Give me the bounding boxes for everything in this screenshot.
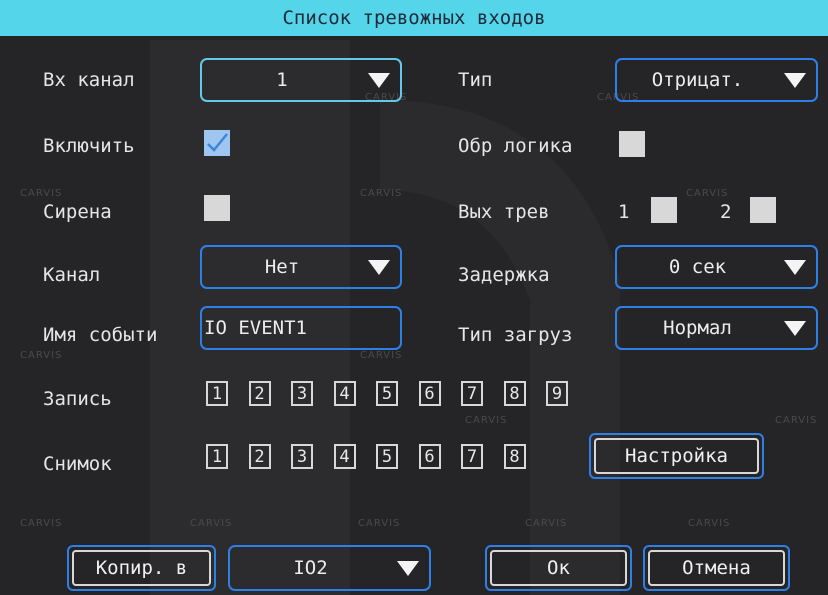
upload-type-value: Нормал (663, 317, 732, 339)
watermark-text: CARVIS (686, 188, 729, 199)
watermark-text: CARVIS (20, 188, 63, 199)
enable-checkbox[interactable] (204, 130, 230, 156)
reverse-logic-label: Обр логика (458, 135, 573, 157)
watermark-text: CARVIS (775, 415, 818, 426)
event-name-input[interactable]: IO EVENT1 (200, 306, 402, 350)
alarm-out-1-checkbox[interactable] (651, 197, 677, 223)
chevron-down-icon (784, 72, 806, 88)
copy-to-button-label: Копир. в (72, 550, 211, 586)
snapshot-channel-checkbox-5[interactable]: 5 (376, 444, 398, 469)
record-channel-checkbox-7[interactable]: 7 (461, 381, 483, 406)
snapshot-label: Снимок (43, 453, 112, 475)
watermark-text: CARVIS (20, 518, 63, 529)
watermark-text: CARVIS (465, 415, 508, 426)
snapshot-channel-checkbox-4[interactable]: 4 (333, 444, 356, 469)
snapshot-channel-checkbox-3[interactable]: 3 (291, 444, 313, 469)
ok-button-label: Ок (490, 550, 627, 586)
enable-label: Включить (43, 135, 135, 157)
delay-label: Задержка (458, 264, 550, 286)
record-channel-checkbox-6[interactable]: 6 (418, 381, 441, 406)
watermark-text: CARVIS (688, 518, 731, 529)
chevron-down-icon (368, 259, 390, 275)
chevron-down-icon (784, 320, 806, 336)
type-value: Отрицат. (651, 69, 744, 91)
watermark-text: CARVIS (190, 518, 233, 529)
chevron-down-icon (397, 560, 419, 576)
channel-select[interactable]: Нет (200, 245, 402, 289)
watermark-text: CARVIS (20, 350, 63, 361)
record-channel-checkbox-3[interactable]: 3 (291, 381, 313, 406)
watermark-text: CARVIS (360, 188, 403, 199)
snapshot-channel-checkbox-8[interactable]: 8 (503, 444, 526, 469)
page-title: Список тревожных входов (0, 0, 828, 36)
reverse-logic-checkbox[interactable] (619, 131, 645, 157)
input-channel-select[interactable]: 1 (200, 58, 402, 102)
copy-target-value: IO2 (293, 557, 328, 579)
upload-type-select[interactable]: Нормал (615, 306, 818, 350)
watermark-text: CARVIS (525, 518, 568, 529)
alarm-out-1-label: 1 (618, 201, 630, 223)
record-channel-checkbox-9[interactable]: 9 (546, 381, 568, 406)
chevron-down-icon (784, 259, 806, 275)
cancel-button[interactable]: Отмена (643, 545, 790, 591)
record-channel-checkbox-4[interactable]: 4 (333, 381, 356, 406)
copy-to-button[interactable]: Копир. в (67, 545, 216, 591)
checkmark-icon (207, 133, 228, 152)
record-label: Запись (43, 388, 112, 410)
channel-label: Канал (43, 264, 101, 286)
event-name-label: Имя событи (43, 324, 158, 346)
setup-button-label: Настройка (594, 438, 759, 474)
snapshot-channel-checkbox-7[interactable]: 7 (461, 444, 483, 469)
snapshot-channel-checkbox-6[interactable]: 6 (418, 444, 441, 469)
setup-button[interactable]: Настройка (589, 433, 764, 479)
delay-select[interactable]: 0 сек (615, 245, 818, 289)
type-select[interactable]: Отрицат. (615, 58, 818, 102)
snapshot-channel-checkbox-2[interactable]: 2 (248, 444, 271, 469)
channel-value: Нет (264, 256, 300, 278)
copy-target-select[interactable]: IO2 (228, 545, 431, 591)
alarm-out-label: Вых трев (458, 201, 550, 223)
event-name-value: IO EVENT1 (204, 317, 307, 339)
siren-label: Сирена (43, 201, 112, 223)
record-channel-checkbox-8[interactable]: 8 (503, 381, 526, 406)
snapshot-channel-checkbox-1[interactable]: 1 (206, 444, 228, 469)
input-channel-label: Вх канал (43, 69, 135, 91)
type-label: Тип (458, 69, 493, 91)
alarm-out-2-checkbox[interactable] (750, 197, 776, 223)
input-channel-value: 1 (276, 69, 288, 91)
ok-button[interactable]: Ок (485, 545, 632, 591)
watermark-text: CARVIS (358, 518, 401, 529)
delay-value: 0 сек (668, 256, 727, 278)
record-channel-checkbox-1[interactable]: 1 (206, 381, 228, 406)
upload-type-label: Тип загруз (458, 324, 573, 346)
record-channel-checkbox-5[interactable]: 5 (376, 381, 398, 406)
chevron-down-icon (368, 72, 390, 88)
cancel-button-label: Отмена (648, 550, 785, 586)
alarm-out-2-label: 2 (720, 201, 732, 223)
watermark-text: CARVIS (360, 350, 403, 361)
siren-checkbox[interactable] (204, 195, 230, 221)
record-channel-checkbox-2[interactable]: 2 (248, 381, 271, 406)
